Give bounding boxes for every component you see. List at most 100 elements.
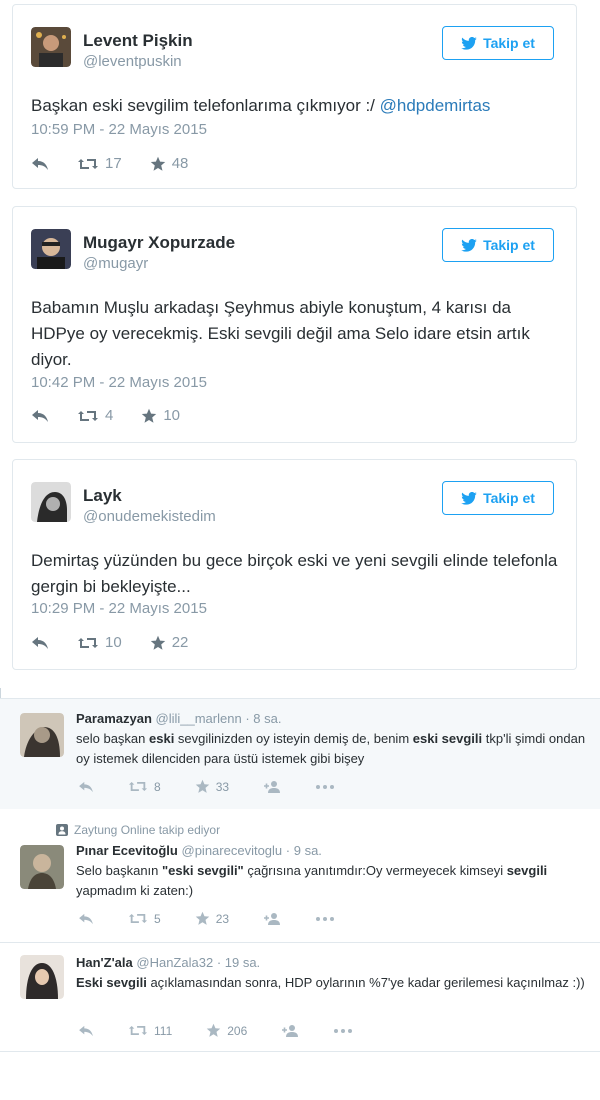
retweet-button[interactable]: 4	[77, 407, 113, 424]
tweet-timestamp[interactable]: 10:29 PM - 22 Mayıs 2015	[31, 600, 207, 617]
timeline-tweet[interactable]: Han'Z'ala @HanZala32 · 19 sa. Eski sevgi…	[0, 943, 600, 1052]
tweet-card: Levent Pişkin @leventpuskin Takip et Baş…	[12, 4, 577, 189]
avatar[interactable]	[31, 27, 71, 67]
tweet-text: selo başkan eski sevgilinizden oy isteyi…	[76, 731, 586, 766]
reply-icon	[79, 913, 93, 924]
like-count: 10	[163, 407, 181, 424]
tweet-age[interactable]: · 19 sa.	[217, 955, 260, 970]
retweet-count: 8	[154, 779, 161, 794]
tweet-header: Pınar Ecevitoğlu @pinarecevitoglu · 9 sa…	[76, 843, 322, 858]
reply-icon	[79, 781, 93, 792]
like-button[interactable]: 22	[150, 634, 189, 651]
mention-link[interactable]: @hdpdemirtas	[380, 96, 491, 115]
author-handle[interactable]: @onudemekistedim	[83, 508, 216, 525]
author-name[interactable]: Pınar Ecevitoğlu	[76, 843, 178, 858]
retweet-button[interactable]: 5	[128, 912, 161, 926]
retweet-count: 111	[154, 1023, 173, 1038]
reply-button[interactable]	[31, 636, 49, 650]
like-count: 48	[171, 155, 189, 172]
follow-user-button[interactable]	[281, 1024, 299, 1038]
tweet-age[interactable]: · 9 sa.	[286, 843, 322, 858]
reply-button[interactable]	[78, 913, 94, 925]
tweet-actions: 17 48	[31, 155, 216, 172]
retweet-button[interactable]: 10	[77, 634, 122, 651]
tweet-actions: 8 33	[78, 779, 369, 794]
tweet-card: Layk @onudemekistedim Takip et Demirtaş …	[12, 459, 577, 670]
like-button[interactable]: 48	[150, 155, 189, 172]
follow-user-button[interactable]	[263, 912, 281, 926]
retweet-button[interactable]: 111	[128, 1024, 172, 1038]
author-name[interactable]: Mugayr Xopurzade	[83, 233, 235, 253]
author-handle[interactable]: @pinarecevitoglu	[182, 843, 283, 858]
author-name[interactable]: Layk	[83, 486, 122, 506]
tweet-timestamp[interactable]: 10:59 PM - 22 Mayıs 2015	[31, 121, 207, 138]
star-icon	[195, 779, 209, 793]
retweet-icon	[78, 158, 98, 169]
tweet-timestamp[interactable]: 10:42 PM - 22 Mayıs 2015	[31, 374, 207, 391]
reply-icon	[32, 636, 48, 649]
author-name[interactable]: Levent Pişkin	[83, 31, 193, 51]
tweet-text: Babamın Muşlu arkadaşı Şeyhmus abiyle ko…	[31, 298, 530, 369]
tweet-actions: 10 22	[31, 634, 216, 651]
avatar[interactable]	[20, 955, 64, 999]
follow-user-button[interactable]	[263, 780, 281, 794]
timeline-tweet[interactable]: Paramazyan @lili__marlenn · 8 sa. selo b…	[0, 698, 600, 810]
retweet-count: 10	[105, 634, 122, 651]
author-name[interactable]: Han'Z'ala	[76, 955, 133, 970]
reply-button[interactable]	[31, 157, 49, 171]
author-handle[interactable]: @mugayr	[83, 255, 148, 272]
retweet-icon	[128, 913, 148, 924]
author-handle[interactable]: @lili__marlenn	[156, 711, 242, 726]
follow-button[interactable]: Takip et	[442, 26, 554, 60]
follow-button[interactable]: Takip et	[442, 481, 554, 515]
retweet-count: 17	[105, 155, 122, 172]
follow-button[interactable]: Takip et	[442, 228, 554, 262]
reply-icon	[32, 157, 48, 170]
like-count: 206	[227, 1023, 248, 1038]
retweet-button[interactable]: 8	[128, 780, 161, 794]
timeline-tweet[interactable]: Zaytung Online takip ediyor Pınar Ecevit…	[0, 809, 600, 943]
avatar[interactable]	[20, 713, 64, 757]
tweet-actions: 111 206	[78, 1023, 387, 1038]
author-handle[interactable]: @HanZala32	[136, 955, 213, 970]
avatar[interactable]	[20, 845, 64, 889]
more-icon	[334, 1028, 353, 1033]
retweet-count: 4	[105, 407, 114, 424]
more-button[interactable]	[315, 784, 335, 790]
like-button[interactable]: 33	[195, 779, 229, 794]
more-icon	[316, 784, 335, 789]
reply-icon	[32, 409, 48, 422]
tweet-actions: 5 23	[78, 911, 369, 926]
reply-button[interactable]	[31, 409, 49, 423]
retweet-icon	[128, 1025, 148, 1036]
follow-label: Takip et	[483, 35, 535, 51]
tweet-text-body: Başkan eski sevgilim telefonlarıma çıkmı…	[31, 96, 380, 115]
more-button[interactable]	[315, 916, 335, 922]
person-icon	[56, 824, 68, 836]
author-name[interactable]: Paramazyan	[76, 711, 152, 726]
context-text[interactable]: Zaytung Online takip ediyor	[74, 823, 220, 837]
tweet-text: Demirtaş yüzünden bu gece birçok eski ve…	[31, 551, 558, 596]
tweet-card: Mugayr Xopurzade @mugayr Takip et Babamı…	[12, 206, 577, 443]
retweet-button[interactable]: 17	[77, 155, 122, 172]
more-icon	[316, 916, 335, 921]
reply-button[interactable]	[78, 781, 94, 793]
like-count: 22	[171, 634, 189, 651]
avatar[interactable]	[31, 482, 71, 522]
retweet-icon	[128, 781, 148, 792]
more-button[interactable]	[333, 1028, 353, 1034]
star-icon	[207, 1023, 221, 1037]
tweet-header: Paramazyan @lili__marlenn · 8 sa.	[76, 711, 281, 726]
add-user-icon	[264, 912, 281, 925]
social-context: Zaytung Online takip ediyor	[56, 823, 220, 837]
tweet-age[interactable]: · 8 sa.	[245, 711, 281, 726]
like-button[interactable]: 23	[195, 911, 229, 926]
star-icon	[150, 635, 165, 650]
tweet-actions: 4 10	[31, 407, 208, 424]
like-button[interactable]: 10	[141, 407, 180, 424]
reply-button[interactable]	[78, 1025, 94, 1037]
author-handle[interactable]: @leventpuskin	[83, 53, 182, 70]
like-count: 23	[215, 911, 230, 926]
like-button[interactable]: 206	[206, 1023, 247, 1038]
avatar[interactable]	[31, 229, 71, 269]
